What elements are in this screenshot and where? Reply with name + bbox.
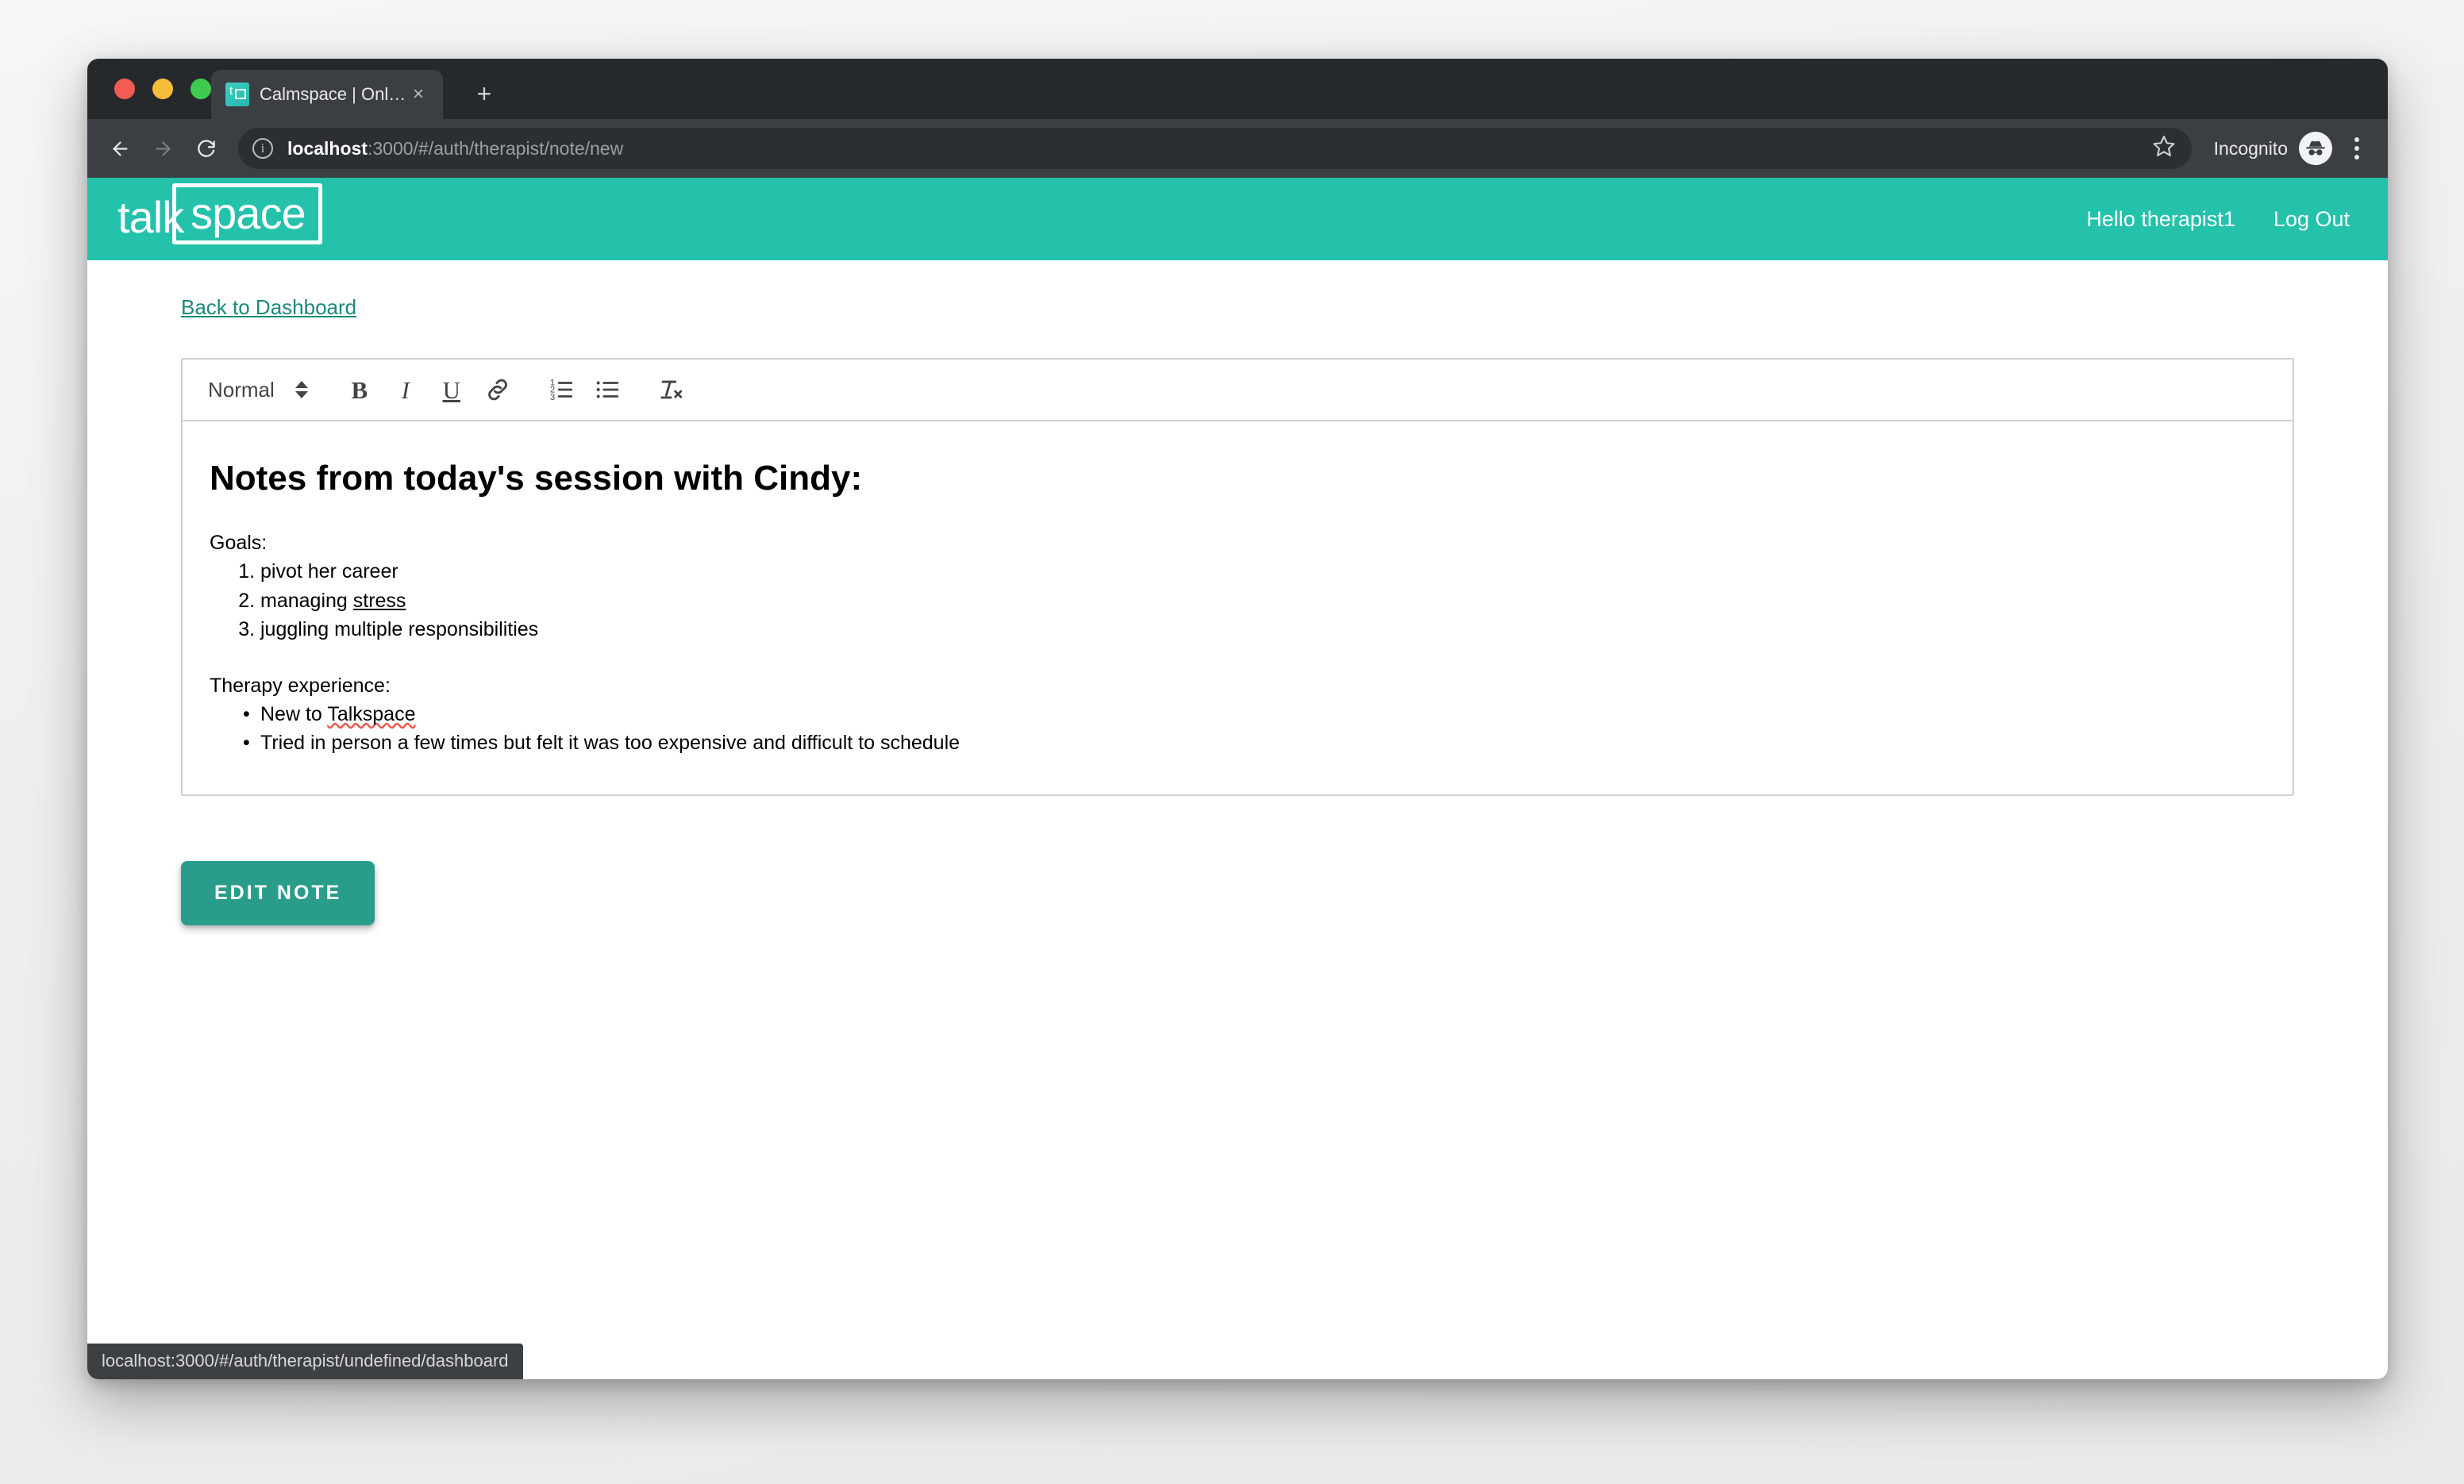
back-icon[interactable] xyxy=(98,127,141,170)
talkspace-favicon: t xyxy=(225,83,249,106)
goal-text-underlined: stress xyxy=(352,589,406,612)
link-icon[interactable] xyxy=(475,367,521,413)
browser-tab-strip: t Calmspace | Online Therapy × + xyxy=(87,59,2388,119)
experience-list: New to Talkspace Tried in person a few t… xyxy=(260,700,2266,758)
list-item: pivot her career xyxy=(260,557,2266,586)
forward-icon[interactable] xyxy=(141,127,184,170)
app-header: talk space Hello therapist1 Log Out xyxy=(87,178,2388,260)
close-tab-icon[interactable]: × xyxy=(406,83,430,106)
list-item: juggling multiple responsibilities xyxy=(260,615,2266,644)
underline-button[interactable]: U xyxy=(429,367,475,413)
browser-menu-icon[interactable] xyxy=(2337,129,2377,168)
format-picker[interactable]: Normal xyxy=(208,378,308,402)
back-to-dashboard-link[interactable]: Back to Dashboard xyxy=(181,295,356,320)
bold-label: B xyxy=(351,375,368,404)
chevron-updown-icon xyxy=(295,381,308,398)
underline-label: U xyxy=(442,375,460,404)
tab-title: Calmspace | Online Therapy xyxy=(260,84,406,104)
close-window-button[interactable] xyxy=(114,79,135,99)
url-path: :3000/#/auth/therapist/note/new xyxy=(367,137,624,159)
note-title: Notes from today's session with Cindy: xyxy=(210,459,863,498)
window-traffic-lights xyxy=(114,79,211,99)
favicon-square xyxy=(235,89,246,99)
experience-text: New to xyxy=(260,702,328,725)
greeting-label: Hello therapist1 xyxy=(2086,206,2235,231)
header-right: Hello therapist1 Log Out xyxy=(2086,207,2350,232)
maximize-window-button[interactable] xyxy=(191,79,211,99)
page-viewport: talk space Hello therapist1 Log Out Back… xyxy=(87,178,2388,1379)
bookmark-star-icon[interactable] xyxy=(2152,134,2181,163)
talkspace-logo[interactable]: talk space xyxy=(117,183,322,244)
editor-content[interactable]: Notes from today's session with Cindy: G… xyxy=(183,421,2293,794)
list-item: managing stress xyxy=(260,586,2266,616)
italic-button[interactable]: I xyxy=(383,367,429,413)
svg-text:3: 3 xyxy=(550,393,555,402)
new-tab-button[interactable]: + xyxy=(467,76,502,111)
goal-text: managing xyxy=(260,589,353,612)
browser-window: t Calmspace | Online Therapy × + i local… xyxy=(87,59,2388,1379)
logo-box: space xyxy=(172,183,322,244)
logo-text-talk: talk xyxy=(117,192,184,242)
favicon-letter: t xyxy=(229,84,233,98)
experience-heading: Therapy experience: xyxy=(210,674,391,697)
url-host: localhost xyxy=(287,137,368,159)
editor-toolbar: Normal B I U 1 2 3 xyxy=(183,359,2293,421)
goals-list: pivot her career managing stress jugglin… xyxy=(260,557,2266,644)
list-item: Tried in person a few times but felt it … xyxy=(260,729,2266,758)
status-bar-url: localhost:3000/#/auth/therapist/undefine… xyxy=(87,1344,523,1379)
ordered-list-icon[interactable]: 1 2 3 xyxy=(538,367,584,413)
browser-toolbar: i localhost:3000/#/auth/therapist/note/n… xyxy=(87,119,2388,178)
clear-formatting-icon[interactable] xyxy=(648,367,694,413)
bold-button[interactable]: B xyxy=(337,367,383,413)
goal-text: pivot her career xyxy=(260,560,398,582)
site-info-icon[interactable]: i xyxy=(252,138,273,159)
italic-label: I xyxy=(401,375,410,404)
address-bar[interactable]: i localhost:3000/#/auth/therapist/note/n… xyxy=(238,128,2192,169)
edit-note-button[interactable]: EDIT NOTE xyxy=(181,861,375,925)
goal-text: juggling multiple responsibilities xyxy=(260,618,539,640)
misspelled-word: Talkspace xyxy=(327,702,416,725)
incognito-label: Incognito xyxy=(2213,137,2288,159)
incognito-icon[interactable] xyxy=(2299,132,2332,165)
goals-heading: Goals: xyxy=(210,532,268,554)
bullet-list-icon[interactable] xyxy=(584,367,630,413)
note-editor: Normal B I U 1 2 3 Notes from today's se… xyxy=(181,358,2294,796)
logo-text-space: space xyxy=(191,188,306,238)
reload-icon[interactable] xyxy=(184,127,227,170)
url-text: localhost:3000/#/auth/therapist/note/new xyxy=(287,138,623,160)
minimize-window-button[interactable] xyxy=(152,79,173,99)
experience-text: Tried in person a few times but felt it … xyxy=(260,732,961,754)
list-item: New to Talkspace xyxy=(260,700,2266,729)
browser-tab[interactable]: t Calmspace | Online Therapy × xyxy=(211,70,443,119)
page-content: Back to Dashboard Normal B I U 1 2 3 Not… xyxy=(87,260,2388,925)
logout-link[interactable]: Log Out xyxy=(2273,207,2350,232)
format-picker-label: Normal xyxy=(208,377,275,402)
